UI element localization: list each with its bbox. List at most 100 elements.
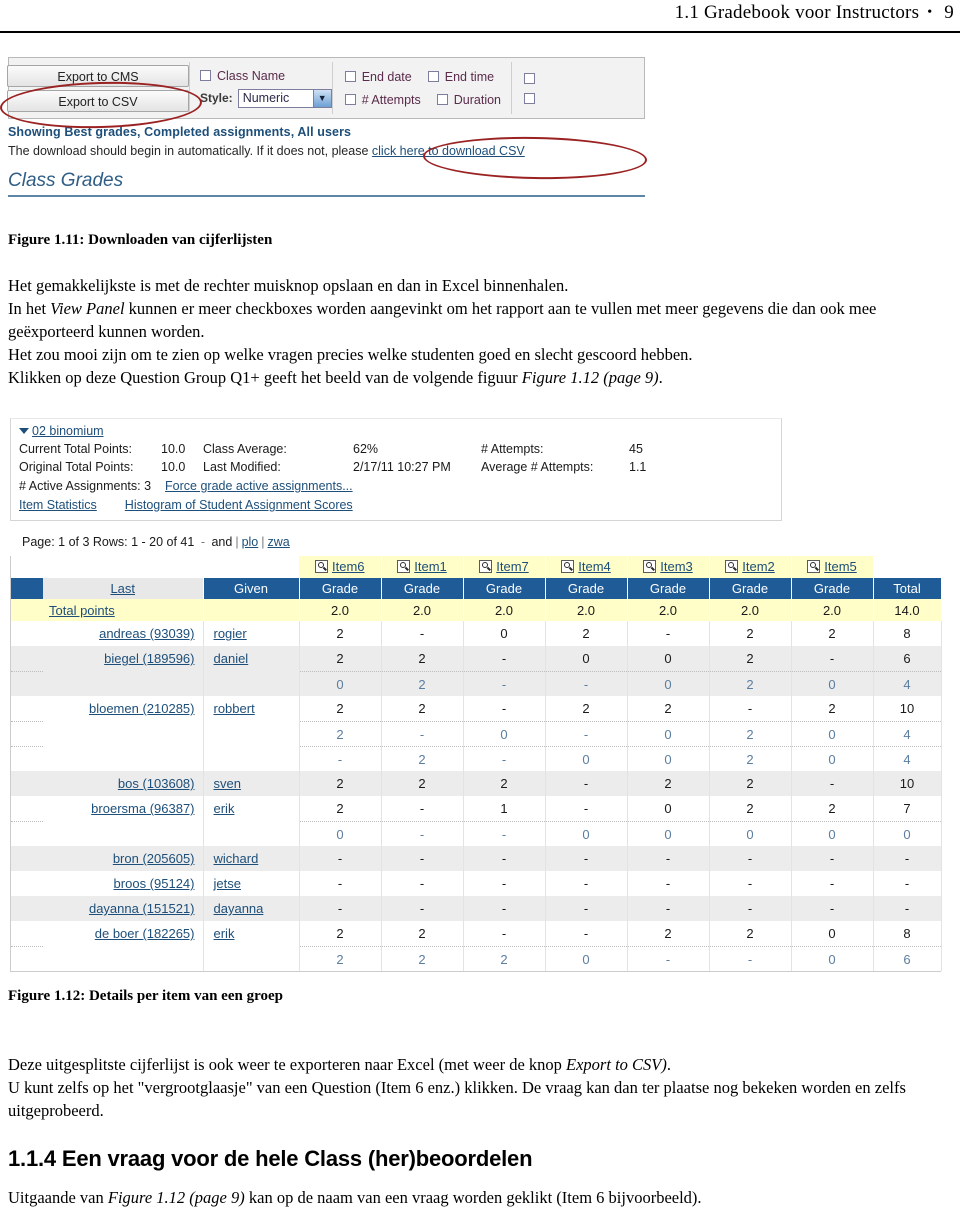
student-surname-link[interactable]: biegel (189596) [104, 651, 194, 666]
duration-checkbox[interactable] [436, 94, 448, 105]
student-given-link[interactable]: rogier [214, 626, 247, 641]
attempts-duration-checkbox-row[interactable]: # Attempts Duration [344, 93, 501, 107]
student-given-link[interactable]: erik [214, 801, 235, 816]
magnifier-icon[interactable] [561, 559, 575, 573]
magnifier-icon[interactable] [479, 559, 493, 573]
item-link[interactable]: Item6 [332, 559, 365, 574]
triangle-collapse-icon[interactable] [19, 428, 29, 434]
item-header-cell[interactable]: Item3 [627, 556, 710, 578]
item-link[interactable]: Item1 [414, 559, 447, 574]
item-statistics-link[interactable]: Item Statistics [19, 498, 97, 512]
item-link[interactable]: Item7 [496, 559, 529, 574]
student-given-cell[interactable]: dayanna [203, 896, 300, 921]
end-date-checkbox-row[interactable]: End date End time [344, 70, 501, 84]
student-given-link[interactable]: daniel [214, 651, 249, 666]
magnifier-icon[interactable] [643, 559, 657, 573]
student-surname-cell[interactable]: andreas (93039) [43, 621, 204, 646]
total-points-link[interactable]: Total points [49, 603, 115, 618]
total-points-label-cell[interactable]: Total points [43, 599, 204, 621]
student-given-link[interactable]: erik [214, 926, 235, 941]
export-to-cms-button[interactable]: Export to CMS [7, 64, 189, 87]
total-points-value-cell: 2.0 [627, 599, 710, 621]
extra-checkbox-1[interactable] [524, 72, 535, 84]
force-grade-link[interactable]: Force grade active assignments... [165, 479, 353, 493]
student-surname-cell[interactable]: broos (95124) [43, 871, 204, 896]
student-given-link[interactable]: wichard [214, 851, 259, 866]
grade-cell: - [463, 846, 546, 871]
item-link[interactable]: Item5 [824, 559, 857, 574]
magnifier-icon[interactable] [725, 559, 739, 573]
class-name-checkbox[interactable] [200, 70, 211, 81]
student-surname-cell[interactable]: bron (205605) [43, 846, 204, 871]
sort-last-link[interactable]: Last [110, 581, 135, 596]
student-surname-link[interactable]: broersma (96387) [91, 801, 194, 816]
end-date-checkbox[interactable] [344, 71, 356, 82]
magnifier-icon[interactable] [397, 559, 411, 573]
student-surname-link[interactable]: bron (205605) [113, 851, 195, 866]
class-grades-heading: Class Grades [8, 170, 645, 197]
group-title-row[interactable]: 02 binomium [19, 424, 773, 438]
student-given-cell[interactable]: daniel [203, 646, 300, 672]
student-given-cell[interactable]: erik [203, 796, 300, 822]
magnifier-icon[interactable] [807, 559, 821, 573]
chevron-down-icon[interactable]: ▼ [312, 89, 331, 107]
table-row: de boer (182265) erik 2 2- -2 2 0 8 [11, 921, 942, 947]
class-name-checkbox-row[interactable]: Class Name [200, 69, 332, 83]
item-header-cell[interactable]: Item1 [381, 556, 464, 578]
export-to-csv-button[interactable]: Export to CSV [7, 89, 189, 112]
student-given-cell[interactable]: jetse [203, 871, 300, 896]
end-time-checkbox[interactable] [427, 71, 439, 82]
student-given-cell[interactable]: robbert [203, 696, 300, 722]
item-header-cell[interactable]: Item5 [791, 556, 874, 578]
item-header-cell[interactable]: Item6 [299, 556, 382, 578]
student-given-cell[interactable]: wichard [203, 846, 300, 871]
student-surname-cell[interactable]: biegel (189596) [43, 646, 204, 672]
item-link[interactable]: Item4 [578, 559, 611, 574]
student-surname-link[interactable]: dayanna (151521) [89, 901, 195, 916]
student-surname-link[interactable]: bos (103608) [118, 776, 195, 791]
student-surname-cell[interactable]: bos (103608) [43, 771, 204, 796]
student-surname-link[interactable]: bloemen (210285) [89, 701, 195, 716]
column-header-given[interactable]: Given [203, 578, 300, 599]
subrow-surname-cell [43, 671, 204, 696]
item-link[interactable]: Item3 [660, 559, 693, 574]
student-surname-link[interactable]: broos (95124) [114, 876, 195, 891]
grade-cell: 2 [709, 796, 792, 822]
style-select[interactable]: Numeric ▼ [237, 88, 332, 108]
column-header-grade: Grade [627, 578, 710, 599]
column-header-last[interactable]: Last [43, 578, 204, 599]
subrow-grade-cell: - [545, 721, 628, 747]
magnifier-icon[interactable] [314, 559, 328, 573]
item-header-cell[interactable]: Item4 [545, 556, 628, 578]
extra-checkbox-2[interactable] [524, 92, 535, 104]
attempts-checkbox[interactable] [344, 94, 356, 105]
student-surname-cell[interactable]: bloemen (210285) [43, 696, 204, 722]
download-csv-link[interactable]: click here to download CSV [372, 144, 525, 158]
student-surname-cell[interactable]: broersma (96387) [43, 796, 204, 822]
student-given-link[interactable]: robbert [214, 701, 255, 716]
student-given-link[interactable]: sven [214, 776, 241, 791]
pagination-link-zwa[interactable]: zwa [268, 535, 290, 549]
spacer-cell [11, 746, 43, 771]
spacer-cell [11, 599, 43, 621]
pagination-dash: - [200, 535, 205, 549]
pagination-link-plo[interactable]: plo [242, 535, 259, 549]
student-given-cell[interactable]: sven [203, 771, 300, 796]
student-given-cell[interactable]: rogier [203, 621, 300, 646]
group-name-link[interactable]: 02 binomium [32, 424, 104, 438]
grade-cell: 2 [709, 621, 792, 646]
paragraph-6-text: U kunt zelfs op het "vergrootglaasje" va… [8, 1078, 906, 1120]
item-link[interactable]: Item2 [742, 559, 775, 574]
student-surname-cell[interactable]: de boer (182265) [43, 921, 204, 947]
student-surname-link[interactable]: de boer (182265) [95, 926, 195, 941]
subrow-grade-cell: - [709, 946, 792, 971]
item-header-cell[interactable]: Item2 [709, 556, 792, 578]
item-header-cell[interactable]: Item7 [463, 556, 546, 578]
student-surname-link[interactable]: andreas (93039) [99, 626, 194, 641]
histogram-link[interactable]: Histogram of Student Assignment Scores [125, 498, 353, 512]
student-given-link[interactable]: dayanna [214, 901, 264, 916]
student-given-cell[interactable]: erik [203, 921, 300, 947]
active-assignments-label: # Active Assignments: 3 [19, 479, 151, 493]
student-surname-cell[interactable]: dayanna (151521) [43, 896, 204, 921]
student-given-link[interactable]: jetse [214, 876, 241, 891]
